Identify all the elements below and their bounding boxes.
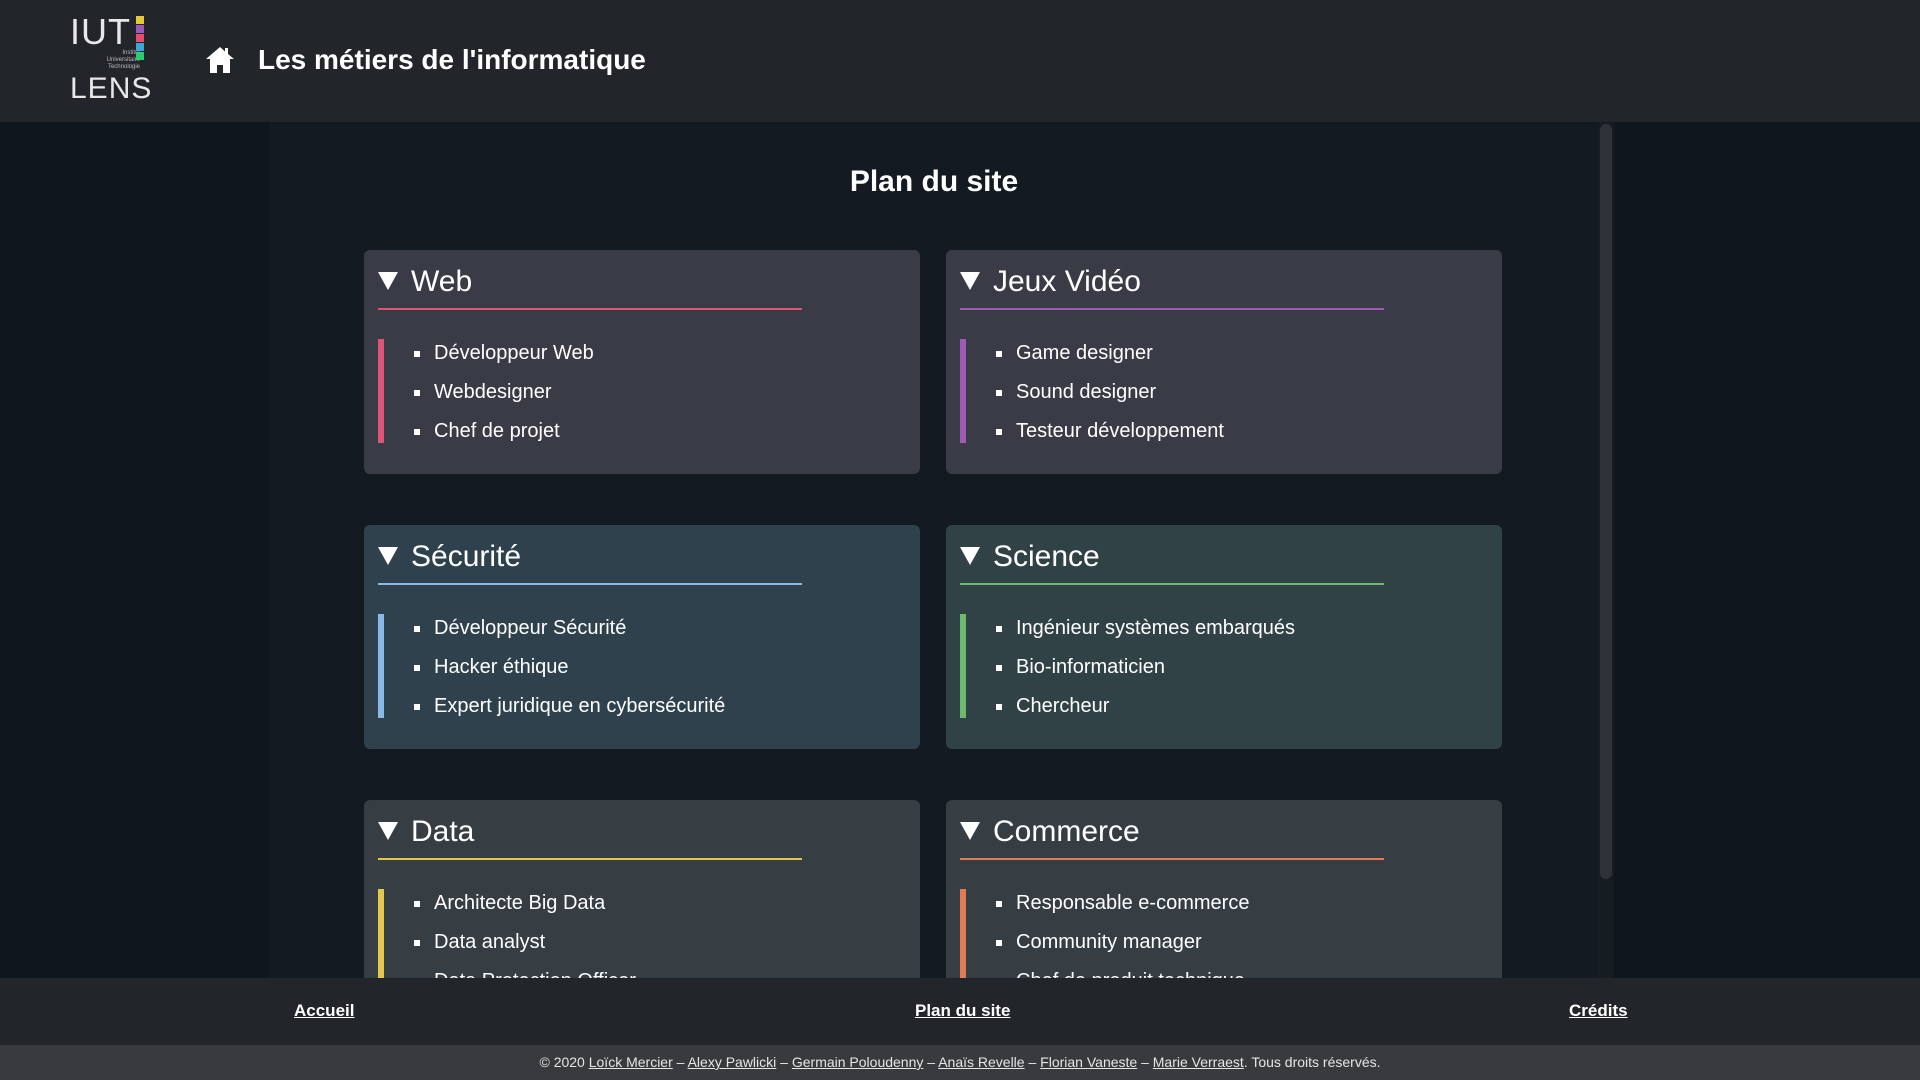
list-item[interactable]: Webdesigner — [414, 373, 594, 412]
section-title: Jeux Vidéo — [993, 265, 1141, 298]
list-item[interactable]: Community manager — [996, 923, 1249, 962]
list-item[interactable]: Chef de projet — [414, 412, 594, 451]
section-accent-bar — [960, 339, 966, 443]
section-underline — [378, 583, 802, 585]
section-underline — [378, 858, 802, 860]
section-accent-bar — [960, 889, 966, 978]
section-underline — [960, 858, 1384, 860]
triangle-down-icon — [378, 547, 398, 565]
section-accent-bar — [378, 339, 384, 443]
home-icon[interactable] — [204, 44, 236, 76]
separator: – — [927, 1054, 936, 1070]
section-card-science: Science Ingénieur systèmes embarqués Bio… — [946, 525, 1502, 749]
scrollbar-thumb[interactable] — [1600, 124, 1612, 879]
section-card-commerce: Commerce Responsable e-commerce Communit… — [946, 800, 1502, 978]
footer-nav: Accueil Plan du site Crédits — [0, 978, 1920, 1045]
triangle-down-icon — [378, 822, 398, 840]
author-link[interactable]: Marie Verraest — [1153, 1054, 1244, 1070]
section-underline — [378, 308, 802, 310]
triangle-down-icon — [960, 822, 980, 840]
list-item[interactable]: Bio-informaticien — [996, 648, 1295, 687]
separator: – — [1141, 1054, 1149, 1070]
section-title: Sécurité — [411, 540, 522, 573]
section-title: Data — [411, 815, 475, 848]
footer-link-accueil[interactable]: Accueil — [294, 1000, 354, 1022]
section-list: Game designer Sound designer Testeur dév… — [996, 334, 1224, 451]
section-title: Commerce — [993, 815, 1140, 848]
section-card-web: Web Développeur Web Webdesigner Chef de … — [364, 250, 920, 474]
author-link[interactable]: Alexy Pawlicki — [688, 1054, 777, 1070]
section-list: Architecte Big Data Data analyst Data Pr… — [414, 884, 636, 978]
author-link[interactable]: Anaïs Revelle — [938, 1054, 1024, 1070]
author-link[interactable]: Florian Vaneste — [1040, 1054, 1137, 1070]
main-content: Plan du site Web Développeur Web Webdesi… — [269, 122, 1599, 978]
list-item[interactable]: Responsable e-commerce — [996, 884, 1249, 923]
list-item[interactable]: Hacker éthique — [414, 648, 725, 687]
footer-copyright: © 2020 Loïck Mercier – Alexy Pawlicki – … — [0, 1045, 1920, 1080]
list-item[interactable]: Développeur Sécurité — [414, 609, 725, 648]
section-underline — [960, 308, 1384, 310]
site-title[interactable]: Les métiers de l'informatique — [258, 42, 646, 78]
section-accent-bar — [960, 614, 966, 718]
list-item[interactable]: Sound designer — [996, 373, 1224, 412]
iut-lens-logo[interactable]: IUT Institut Universitaire Technologie L… — [70, 11, 153, 106]
list-item[interactable]: Architecte Big Data — [414, 884, 636, 923]
list-item[interactable]: Expert juridique en cybersécurité — [414, 687, 725, 726]
list-item[interactable]: Data analyst — [414, 923, 636, 962]
author-link[interactable]: Germain Poloudenny — [792, 1054, 924, 1070]
logo-subtitle: Institut Universitaire Technologie — [106, 50, 140, 70]
section-accent-bar — [378, 889, 384, 978]
separator: – — [676, 1054, 685, 1070]
section-list: Développeur Web Webdesigner Chef de proj… — [414, 334, 594, 451]
section-title: Science — [993, 540, 1100, 573]
separator: – — [780, 1054, 788, 1070]
section-title: Web — [411, 265, 473, 298]
triangle-down-icon — [378, 272, 398, 290]
section-list: Développeur Sécurité Hacker éthique Expe… — [414, 609, 725, 726]
copyright-year: © 2020 — [539, 1054, 585, 1070]
site-header: IUT Institut Universitaire Technologie L… — [0, 0, 1920, 122]
logo-iut-text: IUT — [70, 11, 131, 52]
section-card-jeux-video: Jeux Vidéo Game designer Sound designer … — [946, 250, 1502, 474]
logo-color-bar — [136, 34, 144, 42]
logo-color-bar — [136, 16, 144, 24]
logo-color-bar — [136, 43, 144, 51]
logo-lens-text: LENS — [70, 72, 153, 105]
rights-text: . Tous droits réservés. — [1243, 1054, 1381, 1070]
triangle-down-icon — [960, 272, 980, 290]
list-item[interactable]: Développeur Web — [414, 334, 594, 373]
section-list: Responsable e-commerce Community manager… — [996, 884, 1249, 978]
section-accent-bar — [378, 614, 384, 718]
author-link[interactable]: Loïck Mercier — [589, 1054, 673, 1070]
list-item[interactable]: Ingénieur systèmes embarqués — [996, 609, 1295, 648]
page-title: Plan du site — [849, 165, 1019, 198]
logo-color-bar — [136, 52, 144, 60]
list-item[interactable]: Chef de produit technique — [996, 962, 1249, 978]
list-item[interactable]: Data Protection Officer — [414, 962, 636, 978]
section-card-securite: Sécurité Développeur Sécurité Hacker éth… — [364, 525, 920, 749]
separator: – — [1028, 1054, 1037, 1070]
section-card-data: Data Architecte Big Data Data analyst Da… — [364, 800, 920, 978]
footer-link-credits[interactable]: Crédits — [1569, 1000, 1628, 1022]
list-item[interactable]: Chercheur — [996, 687, 1295, 726]
list-item[interactable]: Game designer — [996, 334, 1224, 373]
section-underline — [960, 583, 1384, 585]
footer-link-plan-du-site[interactable]: Plan du site — [915, 1000, 1010, 1022]
list-item[interactable]: Testeur développement — [996, 412, 1224, 451]
logo-color-bar — [136, 25, 144, 33]
section-list: Ingénieur systèmes embarqués Bio-informa… — [996, 609, 1295, 726]
triangle-down-icon — [960, 547, 980, 565]
